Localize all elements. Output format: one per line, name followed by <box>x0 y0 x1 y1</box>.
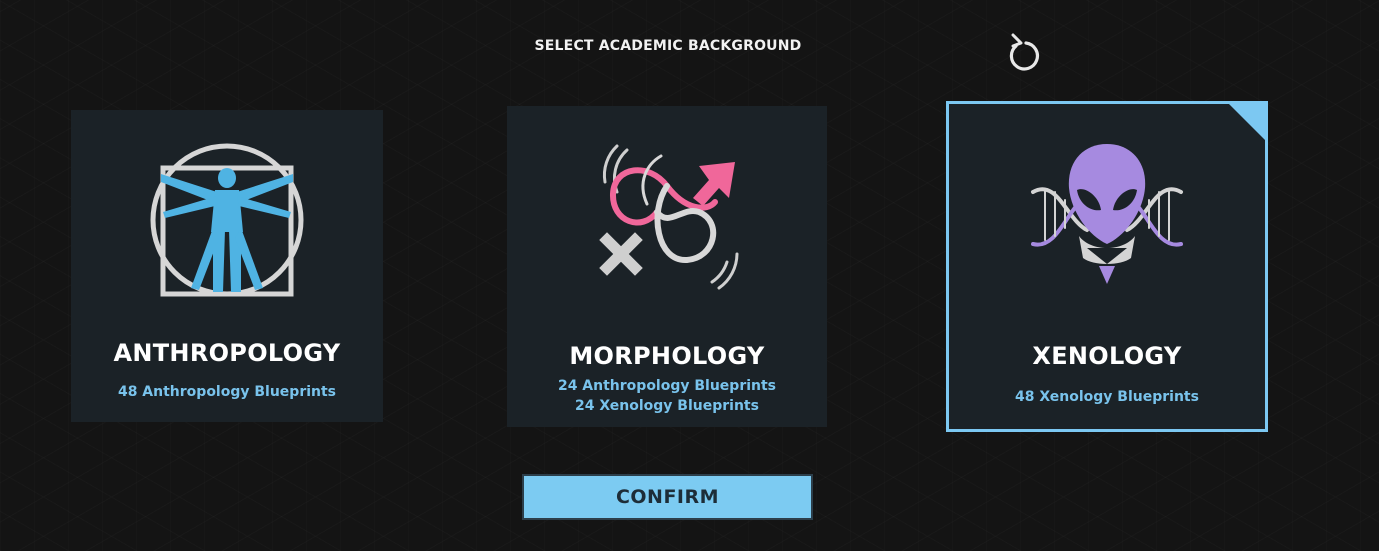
card-title: MORPHOLOGY <box>569 342 765 370</box>
confirm-button[interactable]: CONFIRM <box>522 474 813 520</box>
card-xenology[interactable]: XENOLOGY 48 Xenology Blueprints <box>946 101 1268 432</box>
refresh-button[interactable] <box>1004 30 1042 74</box>
card-blueprints: 48 Xenology Blueprints <box>1015 389 1199 405</box>
vitruvian-man-icon <box>150 143 304 297</box>
gender-symbols-icon <box>599 144 739 290</box>
page-title: SELECT ACADEMIC BACKGROUND <box>534 38 802 54</box>
card-blueprints: 24 Anthropology Blueprints <box>557 378 777 394</box>
card-morphology[interactable]: MORPHOLOGY 24 Anthropology Blueprints 24… <box>507 106 827 427</box>
card-blueprints: 48 Anthropology Blueprints <box>117 384 337 400</box>
card-blueprints: 24 Xenology Blueprints <box>575 398 759 414</box>
selected-corner-marker <box>1229 104 1265 140</box>
refresh-icon <box>1009 33 1039 71</box>
card-title: ANTHROPOLOGY <box>113 339 341 367</box>
card-title: XENOLOGY <box>1032 342 1182 370</box>
card-anthropology[interactable]: ANTHROPOLOGY 48 Anthropology Blueprints <box>71 110 383 422</box>
alien-dna-icon <box>1031 144 1183 284</box>
